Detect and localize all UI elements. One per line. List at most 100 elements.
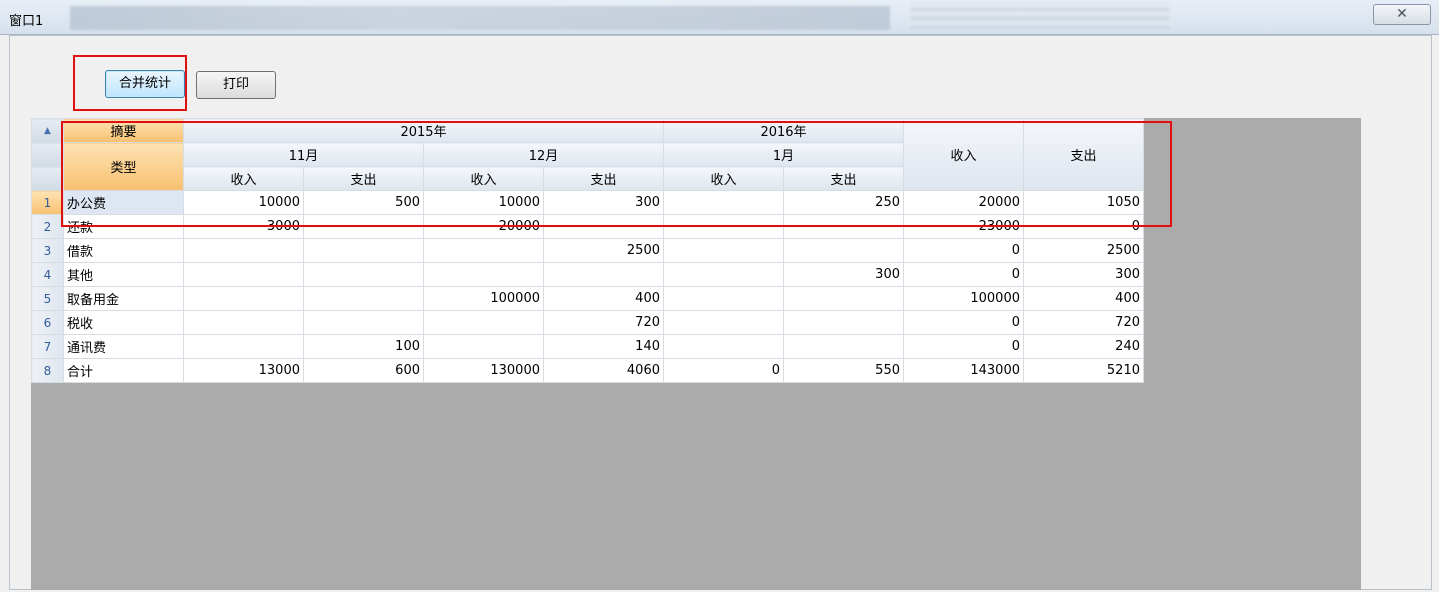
header-total-income[interactable]: 收入: [903, 118, 1024, 191]
cell-value[interactable]: 550: [783, 358, 904, 383]
header-month-1[interactable]: 1月: [663, 142, 904, 167]
cell-value[interactable]: [783, 334, 904, 359]
row-number[interactable]: 4: [31, 262, 64, 287]
cell-value[interactable]: 500: [303, 190, 424, 215]
cell-value[interactable]: [783, 310, 904, 335]
cell-value[interactable]: [183, 238, 304, 263]
cell-value[interactable]: [303, 214, 424, 239]
cell-value[interactable]: 143000: [903, 358, 1024, 383]
header-leixing[interactable]: 类型: [63, 142, 184, 191]
cell-value[interactable]: 5210: [1023, 358, 1144, 383]
cell-value[interactable]: 720: [543, 310, 664, 335]
header-income[interactable]: 收入: [183, 166, 304, 191]
cell-value[interactable]: [783, 214, 904, 239]
cell-value[interactable]: 600: [303, 358, 424, 383]
cell-value[interactable]: 0: [903, 334, 1024, 359]
header-zhaiyao[interactable]: 摘要: [63, 118, 184, 143]
cell-value[interactable]: 4060: [543, 358, 664, 383]
cell-value[interactable]: 100000: [423, 286, 544, 311]
cell-value[interactable]: [663, 214, 784, 239]
cell-value[interactable]: 0: [1023, 214, 1144, 239]
cell-value[interactable]: [303, 286, 424, 311]
cell-value[interactable]: [783, 286, 904, 311]
cell-value[interactable]: 10000: [423, 190, 544, 215]
cell-value[interactable]: 300: [783, 262, 904, 287]
header-year-2015[interactable]: 2015年: [183, 118, 664, 143]
cell-value[interactable]: 100000: [903, 286, 1024, 311]
cell-value[interactable]: 0: [663, 358, 784, 383]
row-number[interactable]: 1: [31, 190, 64, 215]
header-income[interactable]: 收入: [663, 166, 784, 191]
cell-value[interactable]: [663, 238, 784, 263]
cell-value[interactable]: [423, 238, 544, 263]
row-number[interactable]: 6: [31, 310, 64, 335]
cell-type[interactable]: 其他: [63, 262, 184, 287]
cell-value[interactable]: 100: [303, 334, 424, 359]
cell-value[interactable]: 250: [783, 190, 904, 215]
cell-value[interactable]: 130000: [423, 358, 544, 383]
row-number[interactable]: 5: [31, 286, 64, 311]
header-expense[interactable]: 支出: [783, 166, 904, 191]
cell-value[interactable]: [543, 214, 664, 239]
cell-value[interactable]: [303, 262, 424, 287]
cell-value[interactable]: 13000: [183, 358, 304, 383]
cell-type[interactable]: 税收: [63, 310, 184, 335]
cell-value[interactable]: 2500: [1023, 238, 1144, 263]
cell-value[interactable]: [663, 286, 784, 311]
cell-type[interactable]: 通讯费: [63, 334, 184, 359]
cell-value[interactable]: 720: [1023, 310, 1144, 335]
close-button[interactable]: ✕: [1373, 4, 1431, 25]
cell-value[interactable]: 1050: [1023, 190, 1144, 215]
cell-value[interactable]: 0: [903, 238, 1024, 263]
cell-value[interactable]: 240: [1023, 334, 1144, 359]
cell-value[interactable]: [183, 286, 304, 311]
table-row[interactable]: 8 合计 13000 600 130000 4060 0 550 143000 5210: [31, 358, 1144, 383]
merge-statistics-button[interactable]: 合并统计: [105, 70, 185, 98]
cell-value[interactable]: [543, 262, 664, 287]
cell-value[interactable]: [183, 334, 304, 359]
header-month-11[interactable]: 11月: [183, 142, 424, 167]
header-expense[interactable]: 支出: [303, 166, 424, 191]
cell-value[interactable]: 23000: [903, 214, 1024, 239]
row-number[interactable]: 3: [31, 238, 64, 263]
cell-value[interactable]: 400: [1023, 286, 1144, 311]
cell-type[interactable]: 办公费: [63, 190, 184, 215]
table-row[interactable]: 7 通讯费 100 140 0 240: [31, 334, 1144, 359]
cell-value[interactable]: [303, 238, 424, 263]
cell-type[interactable]: 取备用金: [63, 286, 184, 311]
row-number[interactable]: 7: [31, 334, 64, 359]
cell-value[interactable]: [783, 238, 904, 263]
header-total-expense[interactable]: 支出: [1023, 118, 1144, 191]
cell-value[interactable]: 400: [543, 286, 664, 311]
cell-value[interactable]: 3000: [183, 214, 304, 239]
cell-value[interactable]: [423, 262, 544, 287]
grid-corner[interactable]: ▲: [31, 118, 64, 143]
cell-value[interactable]: [183, 310, 304, 335]
table-row[interactable]: 1 办公费 10000 500 10000 300 250 20000 1050: [31, 190, 1144, 215]
header-month-12[interactable]: 12月: [423, 142, 664, 167]
cell-type[interactable]: 合计: [63, 358, 184, 383]
table-row[interactable]: 2 还款 3000 20000 23000 0: [31, 214, 1144, 239]
cell-value[interactable]: 10000: [183, 190, 304, 215]
header-income[interactable]: 收入: [423, 166, 544, 191]
cell-value[interactable]: 20000: [903, 190, 1024, 215]
table-row[interactable]: 4 其他 300 0 300: [31, 262, 1144, 287]
cell-type[interactable]: 借款: [63, 238, 184, 263]
cell-value[interactable]: 300: [1023, 262, 1144, 287]
cell-value[interactable]: [303, 310, 424, 335]
cell-value[interactable]: 0: [903, 310, 1024, 335]
header-year-2016[interactable]: 2016年: [663, 118, 904, 143]
table-row[interactable]: 5 取备用金 100000 400 100000 400: [31, 286, 1144, 311]
cell-value[interactable]: [423, 334, 544, 359]
cell-value[interactable]: [183, 262, 304, 287]
cell-value[interactable]: 300: [543, 190, 664, 215]
cell-value[interactable]: [663, 190, 784, 215]
cell-value[interactable]: 20000: [423, 214, 544, 239]
table-row[interactable]: 3 借款 2500 0 2500: [31, 238, 1144, 263]
cell-value[interactable]: 140: [543, 334, 664, 359]
cell-value[interactable]: 2500: [543, 238, 664, 263]
print-button[interactable]: 打印: [196, 71, 276, 99]
row-number[interactable]: 8: [31, 358, 64, 383]
cell-value[interactable]: [423, 310, 544, 335]
cell-value[interactable]: [663, 262, 784, 287]
